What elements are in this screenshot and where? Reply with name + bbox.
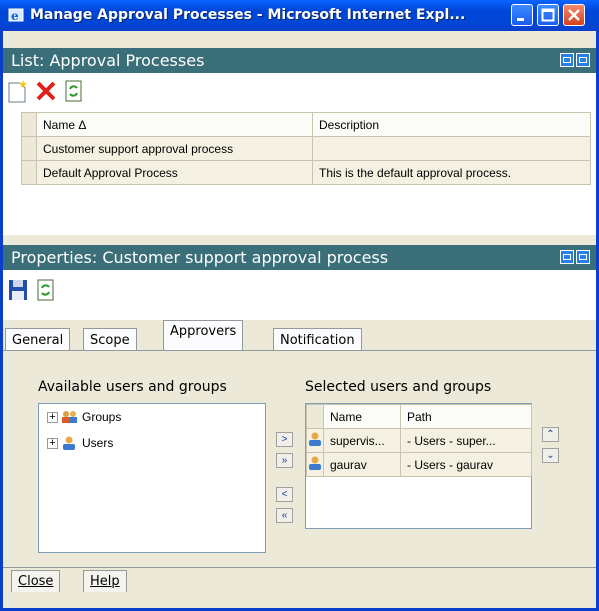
help-label: Help — [90, 574, 120, 589]
refresh-icon[interactable] — [35, 278, 57, 302]
approvers-tab-panel: Available users and groups + Groups + Us… — [3, 350, 596, 570]
add-all-button[interactable]: » — [276, 453, 293, 468]
tab-general[interactable]: General — [5, 328, 71, 352]
properties-section-title: Properties: Customer support approval pr… — [11, 248, 389, 267]
list-section-header: List: Approval Processes — [3, 48, 596, 73]
maximize-button[interactable] — [537, 4, 559, 26]
close-window-button[interactable] — [563, 4, 585, 26]
approval-process-table: Name Δ Description Customer support appr… — [21, 112, 591, 185]
collapse-icon[interactable] — [560, 53, 574, 67]
ie-icon: e — [8, 8, 24, 23]
selected-users-label: Selected users and groups — [305, 379, 492, 395]
user-icon — [309, 456, 321, 470]
selected-user-path[interactable]: - Users - gaurav — [400, 452, 532, 477]
tab-scope[interactable]: Scope — [83, 328, 137, 352]
close-label: Close — [18, 574, 54, 589]
save-icon[interactable] — [7, 278, 29, 302]
expand-icon[interactable]: + — [47, 411, 58, 423]
minimize-button[interactable] — [511, 4, 533, 26]
row-name[interactable]: Default Approval Process — [36, 160, 313, 185]
table-row[interactable]: Customer support approval process — [21, 136, 591, 161]
window-titlebar[interactable]: e Manage Approval Processes - Microsoft … — [0, 0, 599, 31]
row-name[interactable]: Customer support approval process — [36, 136, 313, 161]
table-row[interactable]: gaurav - Users - gaurav — [306, 452, 532, 477]
column-header-description[interactable]: Description — [312, 112, 591, 137]
table-header-row: Name Path — [306, 404, 532, 429]
restore-icon[interactable] — [576, 250, 590, 264]
column-header-path[interactable]: Path — [400, 404, 532, 429]
window-title: Manage Approval Processes - Microsoft In… — [30, 7, 466, 23]
selected-user-name[interactable]: gaurav — [323, 452, 401, 477]
groups-icon — [62, 411, 77, 423]
tab-approvers[interactable]: Approvers — [163, 320, 244, 352]
delete-icon[interactable] — [35, 79, 57, 103]
expand-icon[interactable]: + — [47, 437, 58, 449]
properties-section-controls — [560, 250, 590, 264]
remove-all-button[interactable]: « — [276, 508, 293, 523]
collapse-icon[interactable] — [560, 250, 574, 264]
close-button[interactable]: Close — [11, 570, 61, 592]
svg-text:e: e — [11, 9, 19, 23]
restore-icon[interactable] — [576, 53, 590, 67]
move-up-button[interactable]: ⌃ — [542, 427, 559, 442]
tree-item-label: Users — [82, 436, 114, 450]
add-selected-button[interactable]: > — [276, 432, 293, 447]
selected-users-list[interactable]: Name Path supervis... - Users - super...… — [305, 403, 532, 529]
move-down-button[interactable]: ⌄ — [542, 448, 559, 463]
selected-user-path[interactable]: - Users - super... — [400, 428, 532, 453]
column-header-name[interactable]: Name Δ — [36, 112, 313, 137]
column-header-name[interactable]: Name — [323, 404, 401, 429]
selected-users-table: Name Path supervis... - Users - super...… — [306, 404, 532, 477]
list-section-title: List: Approval Processes — [11, 51, 205, 70]
new-icon[interactable] — [7, 79, 29, 103]
table-row[interactable]: supervis... - Users - super... — [306, 428, 532, 453]
tree-item-users[interactable]: + Users — [47, 436, 113, 450]
list-section-controls — [560, 53, 590, 67]
app-window: e Manage Approval Processes - Microsoft … — [0, 0, 599, 611]
user-icon — [309, 432, 321, 446]
minimize-icon — [517, 18, 524, 21]
list-panel: Name Δ Description Customer support appr… — [3, 73, 596, 235]
row-description[interactable] — [312, 136, 591, 161]
table-row[interactable]: Default Approval Process This is the def… — [21, 160, 591, 185]
footer-bar: Close Help — [3, 567, 596, 592]
refresh-icon[interactable] — [63, 79, 85, 103]
available-users-label: Available users and groups — [38, 379, 227, 395]
maximize-icon — [541, 8, 555, 22]
selected-user-name[interactable]: supervis... — [323, 428, 401, 453]
properties-tabs: General Scope Approvers Notification — [3, 318, 596, 352]
user-icon — [63, 436, 75, 450]
help-button[interactable]: Help — [83, 570, 127, 592]
properties-section-header: Properties: Customer support approval pr… — [3, 245, 596, 270]
tree-item-groups[interactable]: + Groups — [47, 410, 121, 424]
close-icon — [568, 9, 580, 21]
table-header-row: Name Δ Description — [21, 112, 591, 137]
tab-notification[interactable]: Notification — [273, 328, 362, 352]
properties-toolbar — [7, 278, 57, 302]
list-toolbar — [7, 79, 85, 103]
row-description[interactable]: This is the default approval process. — [312, 160, 591, 185]
tree-item-label: Groups — [82, 410, 122, 424]
available-users-tree[interactable]: + Groups + Users — [38, 403, 266, 553]
remove-selected-button[interactable]: < — [276, 487, 293, 502]
properties-toolbar-area — [3, 270, 596, 320]
